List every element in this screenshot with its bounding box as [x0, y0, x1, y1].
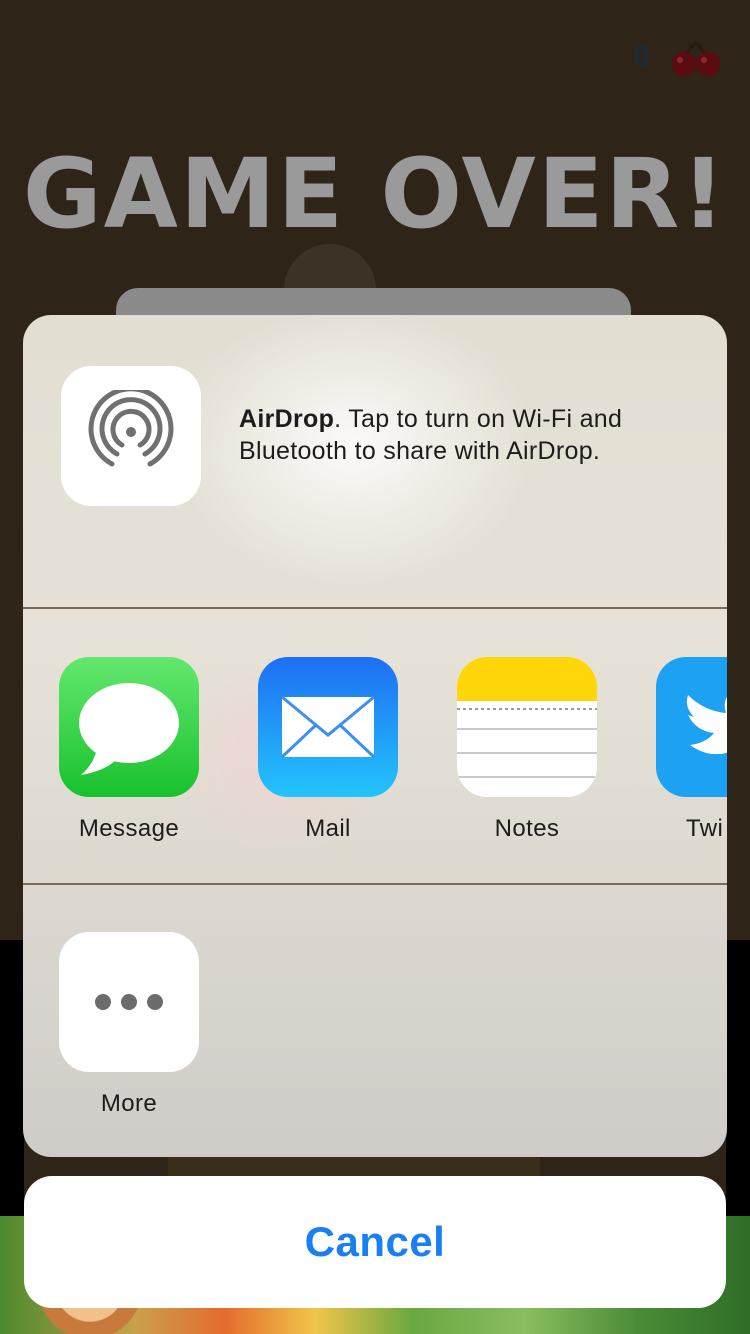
score-counter: 0	[633, 40, 650, 73]
share-action-label: More	[100, 1090, 158, 1117]
cancel-button[interactable]: Cancel	[24, 1176, 726, 1308]
share-actions-row: More	[23, 885, 727, 1157]
message-icon	[59, 657, 199, 797]
share-app-label: Twi	[686, 815, 724, 842]
game-over-title: GAME OVER!	[22, 138, 728, 250]
share-app-label: Message	[78, 815, 180, 842]
airdrop-title: AirDrop	[239, 405, 335, 433]
more-tile	[59, 932, 199, 1072]
share-app-label: Notes	[494, 815, 560, 842]
share-sheet: AirDrop. Tap to turn on Wi-Fi and Blueto…	[23, 315, 727, 1157]
cherry-icon	[672, 40, 720, 76]
notes-icon	[457, 657, 597, 797]
more-icon	[95, 994, 163, 1010]
airdrop-description: AirDrop. Tap to turn on Wi-Fi and Blueto…	[239, 403, 699, 467]
mail-icon	[258, 657, 398, 797]
airdrop-section[interactable]: AirDrop. Tap to turn on Wi-Fi and Blueto…	[23, 315, 727, 607]
share-app-message[interactable]: Message	[59, 657, 199, 843]
bottom-bar-left	[0, 940, 24, 1220]
share-app-label: Mail	[305, 815, 351, 842]
share-apps-row: Message Mail Notes Twi	[23, 609, 727, 883]
share-app-twitter[interactable]: Twi	[656, 657, 727, 843]
share-app-notes[interactable]: Notes	[457, 657, 597, 843]
airdrop-tile[interactable]	[61, 366, 201, 506]
share-action-more[interactable]: More	[59, 932, 199, 1118]
share-app-mail[interactable]: Mail	[258, 657, 398, 843]
bottom-bar-right	[726, 940, 750, 1220]
airdrop-icon	[88, 390, 174, 467]
twitter-icon	[656, 657, 727, 797]
